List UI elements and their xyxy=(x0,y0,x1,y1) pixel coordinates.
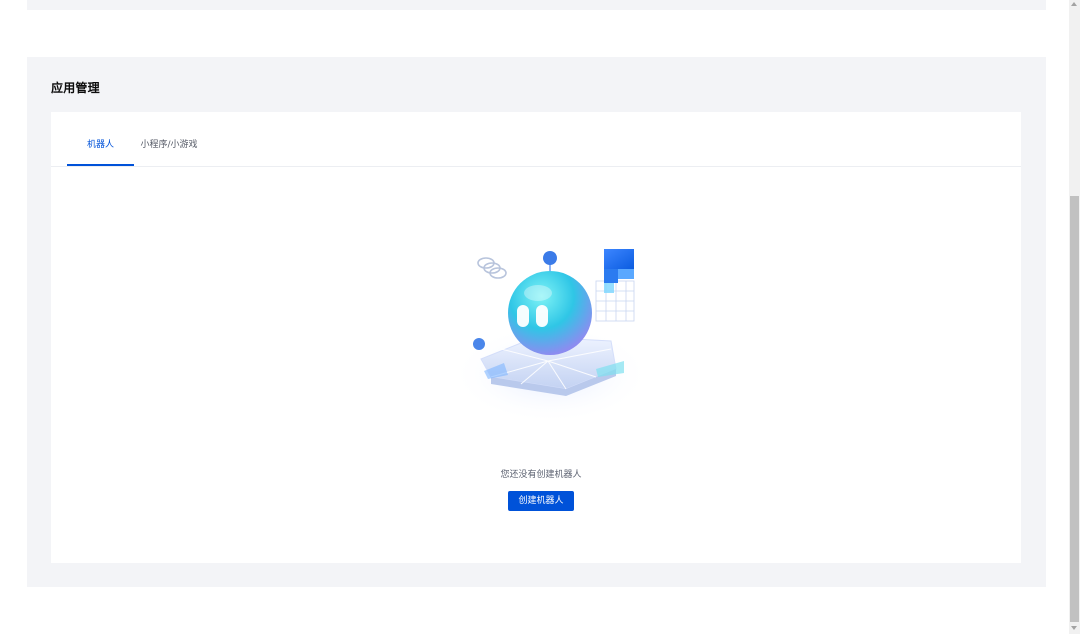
tab-bar: 机器人 小程序/小游戏 xyxy=(51,112,1021,167)
page: 应用管理 机器人 小程序/小游戏 您还没有创建机器人 创建机器人 xyxy=(0,0,1080,634)
app-management-section: 应用管理 机器人 小程序/小游戏 您还没有创建机器人 创建机器人 xyxy=(27,57,1046,587)
tab-robots-label: 机器人 xyxy=(86,140,114,150)
vertical-scrollbar[interactable] xyxy=(1069,0,1080,634)
create-robot-button[interactable]: 创建机器人 xyxy=(508,491,574,511)
tab-mini-programs[interactable]: 小程序/小游戏 xyxy=(134,112,204,166)
section-title: 应用管理 xyxy=(51,81,100,95)
scroll-down-arrow-icon[interactable] xyxy=(1071,626,1077,630)
top-card xyxy=(27,0,1046,10)
empty-state-message: 您还没有创建机器人 xyxy=(500,470,582,480)
tab-robots[interactable]: 机器人 xyxy=(67,112,134,166)
scrollbar-thumb[interactable] xyxy=(1070,196,1079,622)
robot-illustration-icon xyxy=(451,249,646,424)
active-tab-indicator xyxy=(67,164,134,166)
empty-state: 您还没有创建机器人 创建机器人 xyxy=(51,167,1021,563)
scroll-up-arrow-icon[interactable] xyxy=(1071,2,1077,6)
tab-mini-programs-label: 小程序/小游戏 xyxy=(140,140,198,150)
app-management-panel: 机器人 小程序/小游戏 您还没有创建机器人 创建机器人 xyxy=(51,112,1021,563)
